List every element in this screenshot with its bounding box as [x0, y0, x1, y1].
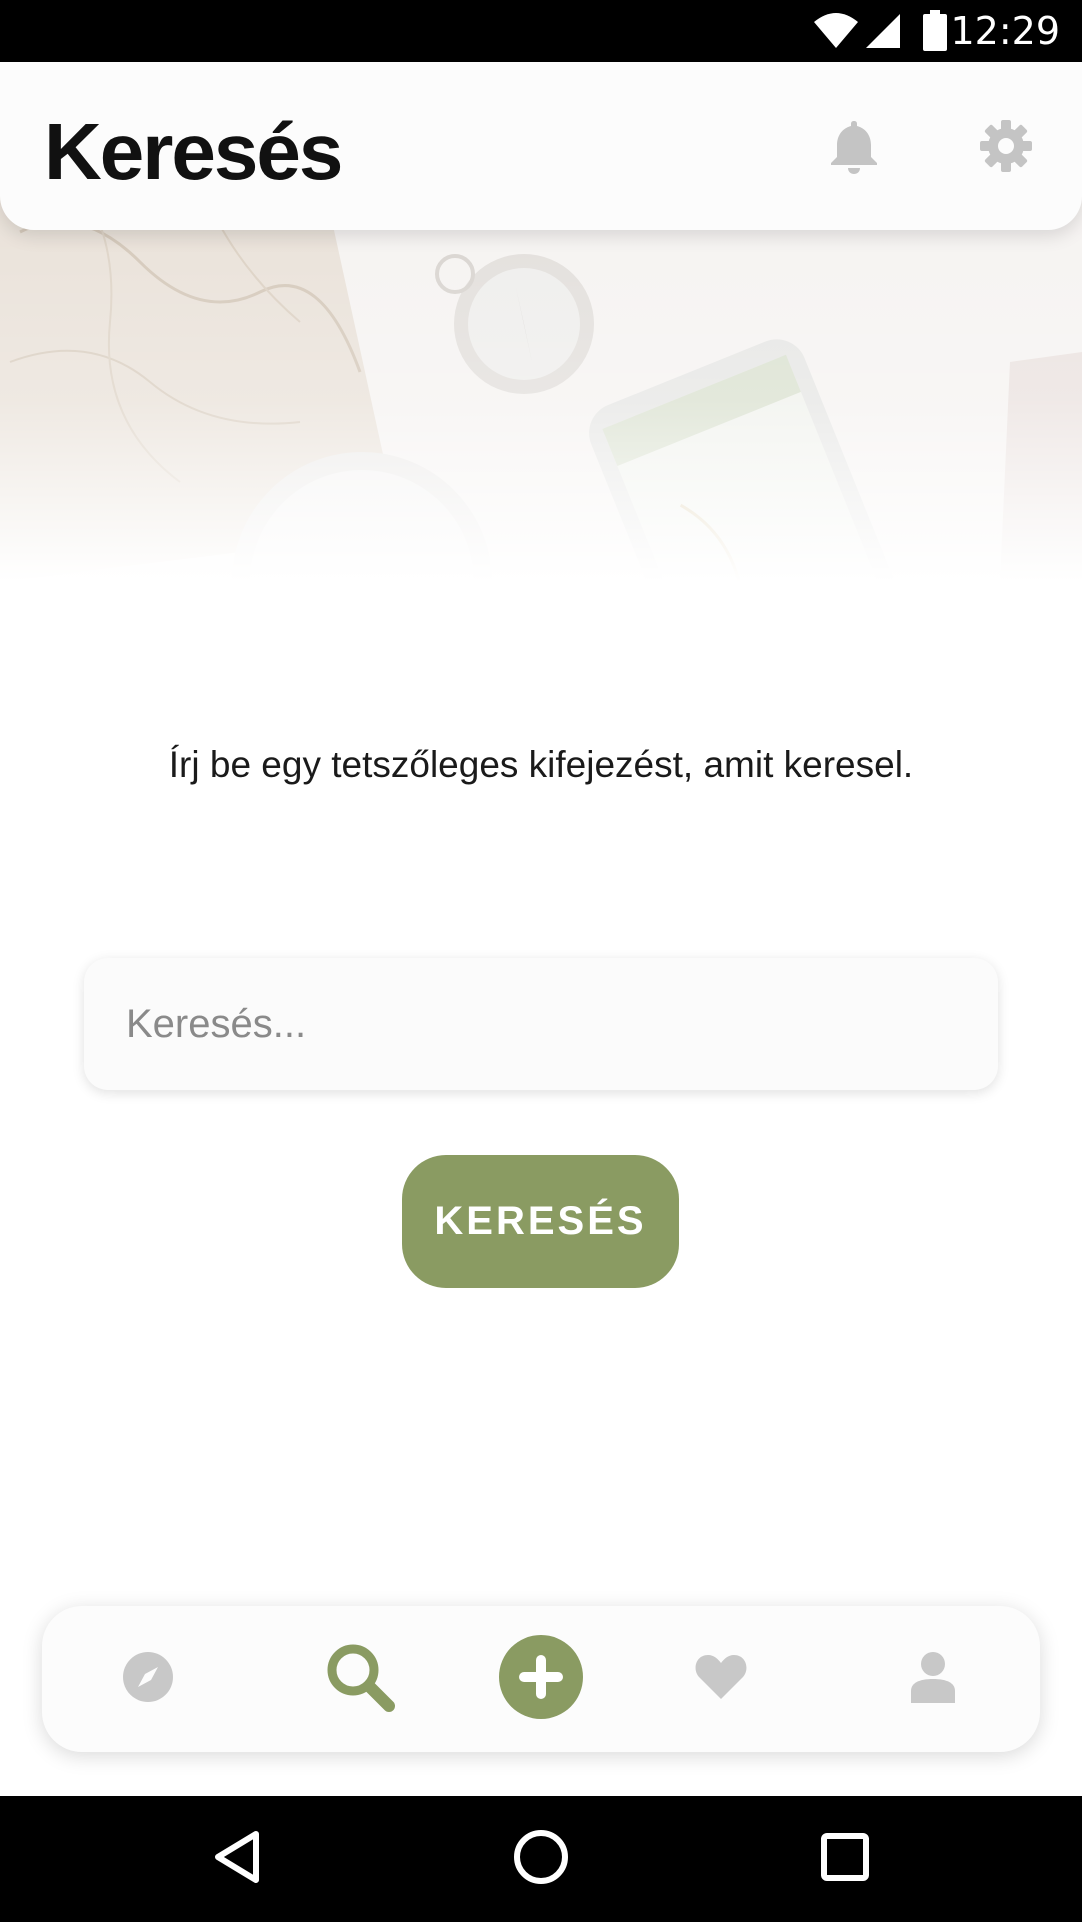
gear-icon	[978, 118, 1034, 179]
compass-icon	[122, 1651, 174, 1708]
bottom-navigation	[42, 1606, 1040, 1752]
system-back-button[interactable]	[202, 1824, 272, 1894]
nav-item-profile[interactable]	[878, 1606, 988, 1752]
page-title: Keresés	[44, 107, 343, 196]
cellular-signal-icon	[864, 12, 902, 55]
settings-button[interactable]	[974, 116, 1038, 180]
plus-circle-icon	[499, 1634, 583, 1724]
battery-icon	[922, 10, 948, 57]
wifi-icon	[812, 12, 860, 55]
recents-icon	[820, 1832, 870, 1887]
system-home-button[interactable]	[506, 1824, 576, 1894]
search-prompt: Írj be egy tetszőleges kifejezést, amit …	[168, 744, 914, 785]
search-icon	[323, 1640, 397, 1719]
search-field[interactable]	[84, 958, 998, 1090]
search-screen: 12:29 Keresés Írj be egy tetszőleges kif…	[0, 0, 1082, 1922]
status-bar: 12:29	[0, 0, 1082, 62]
nav-item-explore[interactable]	[93, 1606, 203, 1752]
search-button[interactable]: KERESÉS	[402, 1155, 679, 1288]
search-input[interactable]	[126, 958, 966, 1090]
bell-icon	[827, 117, 881, 180]
user-icon	[909, 1651, 957, 1708]
system-navigation-bar	[0, 1796, 1082, 1922]
back-icon	[212, 1830, 262, 1889]
heart-icon	[694, 1653, 748, 1706]
nav-item-add[interactable]	[486, 1606, 596, 1752]
nav-item-search[interactable]	[305, 1606, 415, 1752]
status-time: 12:29	[950, 9, 1060, 53]
notifications-button[interactable]	[822, 116, 886, 180]
nav-item-favorites[interactable]	[666, 1606, 776, 1752]
system-recents-button[interactable]	[810, 1824, 880, 1894]
home-icon	[513, 1829, 569, 1890]
app-header: Keresés	[0, 62, 1082, 230]
